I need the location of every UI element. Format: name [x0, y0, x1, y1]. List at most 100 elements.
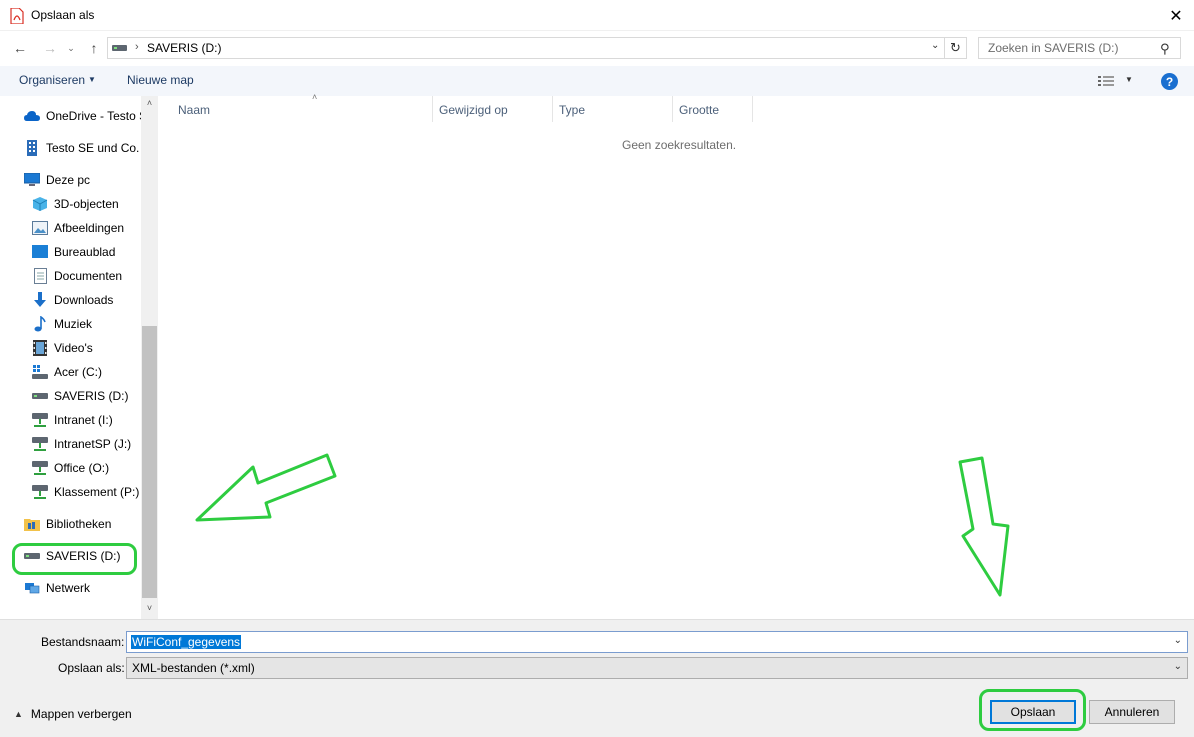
navigation-pane: OneDrive - Testo S Testo SE und Co. K De…	[0, 96, 158, 619]
scroll-up-arrow-icon[interactable]: ˄	[141, 98, 158, 112]
sidebar-item-label: Bureaublad	[54, 245, 116, 259]
sidebar-item-label: Video's	[54, 341, 93, 355]
column-header-modified[interactable]: Gewijzigd op	[433, 96, 553, 122]
view-options-icon[interactable]	[1098, 75, 1114, 87]
network-drive-icon	[32, 484, 48, 500]
file-list[interactable]: Naam ˄ Gewijzigd op Type Grootte Geen zo…	[158, 92, 1194, 619]
hide-folders-label: Mappen verbergen	[30, 707, 132, 721]
sidebar-item-testo[interactable]: Testo SE und Co. K	[24, 137, 151, 159]
sidebar-item-this-pc[interactable]: Deze pc	[24, 169, 90, 191]
sidebar-item-drive-d[interactable]: SAVERIS (D:)	[32, 385, 128, 407]
drive-icon	[24, 548, 40, 564]
breadcrumb-current[interactable]: SAVERIS (D:)	[147, 41, 221, 55]
documents-icon	[32, 268, 48, 284]
sidebar-item-label: SAVERIS (D:)	[46, 549, 121, 563]
view-dropdown-icon[interactable]: ▼	[1125, 75, 1133, 84]
up-button[interactable]: ↑	[84, 38, 104, 58]
filename-dropdown-chevron-icon[interactable]: ⌄	[1174, 635, 1182, 646]
sidebar-item-pictures[interactable]: Afbeeldingen	[32, 217, 124, 239]
sidebar-item-label: OneDrive - Testo S	[46, 109, 148, 123]
search-box[interactable]: ⚲	[978, 37, 1181, 59]
3d-objects-icon	[32, 196, 48, 212]
pictures-icon	[32, 220, 48, 236]
filetype-select[interactable]: XML-bestanden (*.xml) ⌄	[126, 657, 1188, 679]
sidebar-item-label: Bibliotheken	[46, 517, 112, 531]
sidebar-item-downloads[interactable]: Downloads	[32, 289, 113, 311]
hide-folders-button[interactable]: ▲ Mappen verbergen	[14, 707, 132, 721]
filename-input[interactable]: WiFiConf_gegevens ⌄	[126, 631, 1188, 653]
breadcrumb-separator: ›	[135, 41, 139, 53]
organize-button[interactable]: Organiseren	[19, 73, 85, 87]
column-header-name[interactable]: Naam ˄	[172, 92, 433, 122]
sort-ascending-icon: ˄	[312, 92, 318, 102]
sidebar-item-label: Afbeeldingen	[54, 221, 125, 235]
pdf-app-icon	[10, 8, 24, 24]
building-icon	[24, 140, 40, 156]
sidebar-item-drive-j[interactable]: IntranetSP (J:)	[32, 433, 131, 455]
sidebar-item-drive-o[interactable]: Office (O:)	[32, 457, 109, 479]
close-button[interactable]: ✕	[1158, 0, 1194, 31]
onedrive-icon	[24, 108, 40, 124]
sidebar-item-documents[interactable]: Documenten	[32, 265, 122, 287]
sidebar-item-label: 3D-objecten	[54, 197, 119, 211]
sidebar-item-drive-p[interactable]: Klassement (P:)	[32, 481, 139, 503]
empty-results-message: Geen zoekresultaten.	[622, 138, 737, 152]
search-icon[interactable]: ⚲	[1160, 41, 1170, 57]
window-title: Opslaan als	[31, 8, 95, 22]
sidebar-item-saveris-d[interactable]: SAVERIS (D:)	[24, 545, 120, 567]
windows-drive-icon	[32, 364, 48, 380]
download-icon	[32, 292, 48, 308]
scroll-down-arrow-icon[interactable]: ˅	[141, 603, 158, 617]
new-folder-button[interactable]: Nieuwe map	[127, 73, 194, 87]
sidebar-item-3d-objects[interactable]: 3D-objecten	[32, 193, 119, 215]
sidebar-item-libraries[interactable]: Bibliotheken	[24, 513, 111, 535]
sidebar-item-label: SAVERIS (D:)	[54, 389, 129, 403]
filename-value[interactable]: WiFiConf_gegevens	[131, 635, 242, 649]
save-options-panel: Bestandsnaam: WiFiConf_gegevens ⌄ Opslaa…	[0, 619, 1194, 737]
drive-icon	[112, 45, 127, 51]
drive-icon	[32, 388, 48, 404]
collapse-up-icon: ▲	[14, 709, 23, 719]
sidebar-item-label: Acer (C:)	[54, 365, 102, 379]
address-bar[interactable]: › SAVERIS (D:) ⌄	[107, 37, 945, 59]
sidebar-item-label: Intranet (I:)	[54, 413, 113, 427]
sidebar-item-label: IntranetSP (J:)	[54, 437, 132, 451]
sidebar-item-label: Klassement (P:)	[54, 485, 140, 499]
sidebar-item-label: Office (O:)	[54, 461, 110, 475]
sidebar-item-videos[interactable]: Video's	[32, 337, 93, 359]
sidebar-item-label: Netwerk	[46, 581, 91, 595]
back-button[interactable]: ←	[10, 38, 30, 58]
cancel-button[interactable]: Annuleren	[1089, 700, 1175, 724]
sidebar-item-music[interactable]: Muziek	[32, 313, 92, 335]
filetype-value: XML-bestanden (*.xml)	[132, 661, 255, 675]
sidebar-item-onedrive[interactable]: OneDrive - Testo S	[24, 105, 147, 127]
sidebar-item-desktop[interactable]: Bureaublad	[32, 241, 115, 263]
refresh-button[interactable]: ↻	[945, 37, 967, 59]
organize-dropdown-icon[interactable]: ▼	[88, 75, 96, 84]
column-header-type[interactable]: Type	[553, 96, 673, 122]
filename-label: Bestandsnaam:	[41, 635, 125, 649]
sidebar-item-label: Muziek	[54, 317, 93, 331]
search-input[interactable]	[979, 38, 1159, 58]
save-button[interactable]: Opslaan	[990, 700, 1076, 724]
sidebar-item-drive-i[interactable]: Intranet (I:)	[32, 409, 113, 431]
computer-icon	[24, 172, 40, 188]
column-header-size[interactable]: Grootte	[673, 96, 753, 122]
network-drive-icon	[32, 412, 48, 428]
address-history-chevron-icon[interactable]: ⌄	[931, 40, 939, 51]
sidebar-item-label: Deze pc	[46, 173, 91, 187]
forward-button[interactable]: →	[40, 38, 60, 58]
video-icon	[32, 340, 48, 356]
libraries-icon	[24, 516, 40, 532]
help-button[interactable]: ?	[1161, 73, 1178, 90]
network-drive-icon	[32, 460, 48, 476]
filetype-dropdown-chevron-icon[interactable]: ⌄	[1174, 661, 1182, 672]
command-bar: Organiseren ▼ Nieuwe map ▼ ?	[0, 66, 1194, 96]
sidebar-item-network[interactable]: Netwerk	[24, 577, 90, 599]
sidebar-scroll-thumb[interactable]	[142, 326, 157, 598]
sidebar-item-drive-c[interactable]: Acer (C:)	[32, 361, 102, 383]
network-icon	[24, 580, 40, 596]
music-icon	[32, 316, 48, 332]
recent-locations-button[interactable]: ⌄	[64, 38, 78, 58]
network-drive-icon	[32, 436, 48, 452]
